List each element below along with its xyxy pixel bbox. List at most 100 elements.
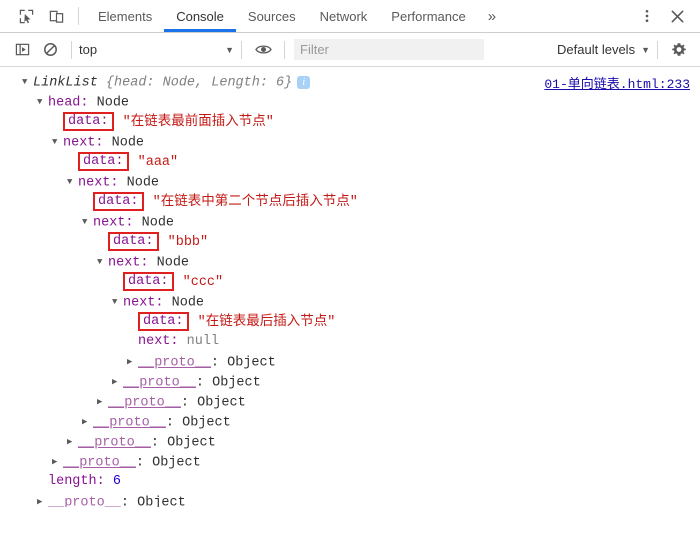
console-toolbar-divider-1 [71, 40, 72, 59]
execution-context-label: top [79, 42, 98, 57]
tree-row[interactable]: next: null [0, 332, 700, 352]
tabbar-right-actions [617, 0, 700, 32]
property-name: head: [48, 95, 89, 111]
console-output-area: 01-单向链表.html:233 LinkList {head: Node, L… [0, 67, 700, 507]
tree-row[interactable]: next: Node [0, 132, 700, 152]
device-toolbar-icon[interactable] [41, 0, 71, 32]
property-value: Object [227, 355, 276, 371]
tab-console[interactable]: Console [164, 0, 236, 32]
property-name: next: [138, 334, 179, 349]
tree-row[interactable]: length: 6 [0, 472, 700, 492]
tree-row[interactable]: __proto__: Object [0, 372, 700, 392]
tab-network-label: Network [319, 8, 368, 24]
console-sidebar-icon[interactable] [8, 42, 36, 57]
property-name: next: [63, 135, 104, 151]
proto-property-name[interactable]: __proto__ [123, 376, 196, 391]
proto-property-name[interactable]: __proto__ [78, 436, 151, 451]
triangle-collapsed-icon[interactable] [37, 492, 48, 507]
live-expression-eye-icon[interactable] [249, 42, 277, 57]
tab-sources[interactable]: Sources [236, 0, 308, 32]
triangle-collapsed-icon[interactable] [112, 372, 123, 392]
more-tabs-label: » [487, 7, 497, 25]
tabbar-spacer [506, 0, 617, 32]
property-value: Object [197, 395, 246, 411]
tree-row[interactable]: data: "在链表中第二个节点后插入节点" [0, 192, 700, 212]
property-value: Object [167, 435, 216, 451]
proto-property-name[interactable]: __proto__ [63, 456, 136, 471]
proto-property-name[interactable]: __proto__ [138, 356, 211, 371]
property-value: Object [152, 455, 201, 471]
property-value: "aaa" [137, 155, 179, 171]
tab-network[interactable]: Network [308, 0, 380, 32]
proto-property-name[interactable]: __proto__ [108, 396, 181, 411]
filter-input[interactable]: Filter [294, 39, 484, 60]
more-tabs-chevron-icon[interactable]: » [478, 0, 506, 32]
triangle-expanded-icon[interactable] [22, 72, 33, 92]
annotated-property-name: data: [93, 192, 144, 211]
triangle-collapsed-icon[interactable] [97, 392, 108, 412]
tree-row[interactable]: data: "aaa" [0, 152, 700, 172]
tree-row[interactable]: __proto__: Object [0, 452, 700, 472]
tab-sources-label: Sources [247, 8, 296, 24]
property-value: Node [171, 295, 205, 311]
triangle-expanded-icon[interactable] [82, 212, 93, 232]
proto-property-name[interactable]: __proto__ [93, 416, 166, 431]
tree-row[interactable]: next: Node [0, 212, 700, 232]
more-vertical-icon[interactable] [632, 8, 662, 24]
triangle-expanded-icon[interactable] [37, 92, 48, 112]
tree-row[interactable]: __proto__: Object [0, 352, 700, 372]
triangle-collapsed-icon[interactable] [127, 352, 138, 372]
inspect-cursor-icon[interactable] [11, 0, 41, 32]
property-value: Node [96, 95, 130, 111]
tab-performance[interactable]: Performance [379, 0, 477, 32]
log-levels-select[interactable]: Default levels ▼ [557, 42, 650, 57]
tab-elements[interactable]: Elements [86, 0, 164, 32]
close-icon[interactable] [662, 9, 692, 24]
triangle-expanded-icon[interactable] [52, 132, 63, 152]
tree-row[interactable]: __proto__: Object [0, 392, 700, 412]
object-preview: {head: Node, Length: 6} [105, 75, 293, 91]
annotated-property-name: data: [108, 232, 159, 251]
tree-row[interactable]: data: "bbb" [0, 232, 700, 252]
tree-row[interactable]: __proto__: Object [0, 492, 700, 507]
tree-row[interactable]: __proto__: Object [0, 412, 700, 432]
tree-row[interactable]: data: "在链表最前面插入节点" [0, 112, 700, 132]
property-name: next: [123, 295, 164, 311]
tree-row[interactable]: next: Node [0, 252, 700, 272]
tree-row[interactable]: data: "在链表最后插入节点" [0, 312, 700, 332]
triangle-collapsed-icon[interactable] [52, 452, 63, 472]
triangle-collapsed-icon[interactable] [82, 412, 93, 432]
annotated-property-name: data: [123, 272, 174, 291]
settings-gear-icon[interactable] [665, 42, 693, 58]
property-value: Node [156, 255, 190, 271]
info-badge-icon[interactable]: i [297, 75, 311, 89]
tree-row[interactable]: head: Node [0, 92, 700, 112]
triangle-expanded-icon[interactable] [67, 172, 78, 192]
property-value: Node [126, 175, 160, 191]
triangle-collapsed-icon[interactable] [67, 432, 78, 452]
tree-row[interactable]: next: Node [0, 172, 700, 192]
property-value: Node [111, 135, 145, 151]
console-toolbar-divider-4 [657, 40, 658, 59]
property-name: length: [48, 474, 105, 489]
clear-console-icon[interactable] [36, 42, 64, 57]
object-constructor-name: LinkList [33, 75, 98, 91]
property-value: Object [182, 415, 231, 431]
tree-row[interactable]: data: "ccc" [0, 272, 700, 292]
triangle-expanded-icon[interactable] [112, 292, 123, 312]
annotated-property-name: data: [138, 312, 189, 331]
execution-context-select[interactable]: top ▼ [79, 42, 234, 57]
annotated-property-name: data: [78, 152, 129, 171]
property-value: Object [212, 375, 261, 391]
property-name: next: [93, 215, 134, 231]
property-name: next: [78, 175, 119, 191]
property-value: 6 [112, 474, 121, 489]
tab-console-label: Console [176, 8, 224, 24]
proto-property-name[interactable]: __proto__ [48, 496, 121, 507]
tree-row[interactable]: LinkList {head: Node, Length: 6} i [0, 72, 700, 92]
property-value: "在链表中第二个节点后插入节点" [152, 195, 358, 211]
tree-row[interactable]: __proto__: Object [0, 432, 700, 452]
tree-row[interactable]: next: Node [0, 292, 700, 312]
triangle-expanded-icon[interactable] [97, 252, 108, 272]
devtools-window: Elements Console Sources Network Perform… [0, 0, 700, 539]
